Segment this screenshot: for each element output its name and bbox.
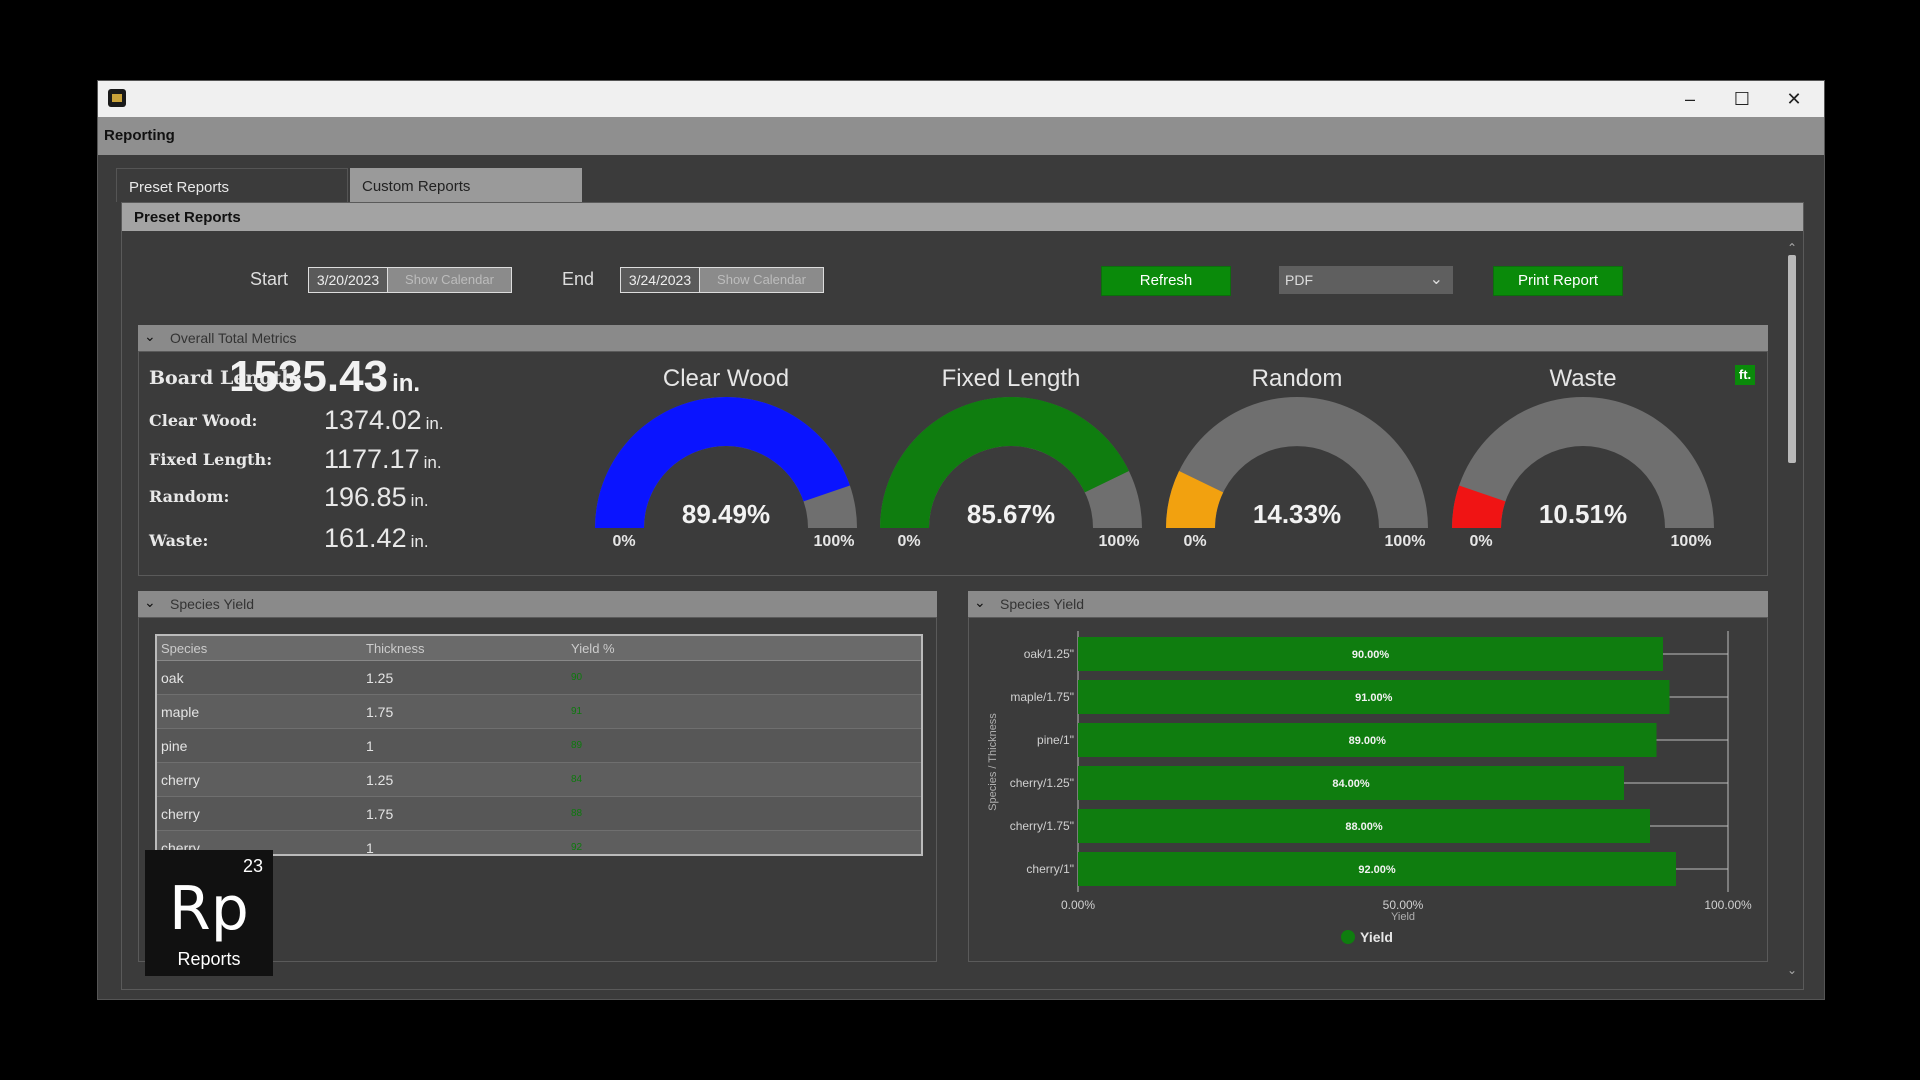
y-tick-label: cherry/1.75" [1010, 819, 1074, 833]
yield-cell: 89 [567, 728, 921, 763]
yield-cell: 88 [567, 796, 921, 831]
gauge-value: 85.67% [967, 499, 1055, 529]
thickness-cell: 1 [362, 728, 567, 763]
column-header-thickness[interactable]: Thickness [362, 636, 567, 661]
gauge-max-label: 100% [1099, 533, 1140, 550]
logo-name: Reports [177, 949, 241, 969]
thickness-cell: 1.25 [362, 762, 567, 797]
bar-data-label: 84.00% [1332, 778, 1370, 790]
species-cell: pine [157, 728, 362, 763]
y-tick-label: cherry/1.25" [1010, 776, 1074, 790]
thickness-cell: 1 [362, 830, 567, 854]
collapse-chevron-icon[interactable]: ⌄ [974, 594, 986, 611]
x-tick-label: 0.00% [1061, 898, 1095, 912]
gauge-max-label: 100% [1671, 533, 1712, 550]
gauge-value: 14.33% [1253, 499, 1341, 529]
y-tick-label: maple/1.75" [1010, 690, 1074, 704]
species-cell: oak [157, 660, 362, 695]
table-row[interactable]: oak 1.25 90 [157, 660, 921, 695]
species-table: Species Thickness Yield % oak 1.25 90 mapl… [155, 634, 923, 856]
table-row[interactable]: cherry 1.75 88 [157, 796, 921, 831]
gauge-title: Waste [1549, 365, 1616, 392]
gauge-min-label: 0% [612, 533, 635, 550]
legend-swatch [1341, 930, 1355, 944]
bar-data-label: 90.00% [1352, 649, 1390, 661]
bar-data-label: 91.00% [1355, 692, 1393, 704]
scroll-thumb[interactable] [1788, 255, 1796, 463]
scroll-down-icon[interactable]: ⌄ [1786, 964, 1798, 976]
species-chart-title: Species Yield [1000, 596, 1085, 612]
vertical-scrollbar[interactable]: ⌃ ⌄ [1786, 242, 1798, 976]
species-chart-header[interactable]: ⌄ Species Yield [968, 591, 1768, 617]
gauge-value: 89.49% [682, 499, 770, 529]
thickness-cell: 1.25 [362, 660, 567, 695]
bar-data-label: 88.00% [1345, 821, 1383, 833]
collapse-chevron-icon[interactable]: ⌄ [144, 594, 156, 611]
species-table-title: Species Yield [170, 596, 255, 612]
column-header-species[interactable]: Species [157, 636, 362, 661]
gauge-min-label: 0% [897, 533, 920, 550]
rp-reports-logo: 23 Rp Reports [145, 850, 273, 976]
thickness-cell: 1.75 [362, 796, 567, 831]
gauge-title: Random [1252, 365, 1343, 392]
gauge-value: 10.51% [1539, 499, 1627, 529]
species-data-table: Species Thickness Yield % oak 1.25 90 mapl… [157, 636, 921, 854]
table-row[interactable]: maple 1.75 91 [157, 694, 921, 729]
gauge-min-label: 0% [1183, 533, 1206, 550]
table-row[interactable]: cherry 1.25 84 [157, 762, 921, 797]
bar-data-label: 89.00% [1349, 735, 1387, 747]
table-row[interactable]: pine 1 89 [157, 728, 921, 763]
column-header-yield[interactable]: Yield % [567, 636, 921, 661]
species-cell: cherry [157, 762, 362, 797]
thickness-cell: 1.75 [362, 694, 567, 729]
species-yield-chart: 90.00% oak/1.25" 91.00% maple/1.75" 89.00% pi… [987, 631, 1752, 945]
yield-cell: 84 [567, 762, 921, 797]
gauge-title: Clear Wood [663, 365, 789, 392]
x-axis-label: Yield [1391, 911, 1415, 923]
gauge-max-label: 100% [814, 533, 855, 550]
gauge-max-label: 100% [1385, 533, 1426, 550]
species-cell: cherry [157, 796, 362, 831]
gauge-min-label: 0% [1469, 533, 1492, 550]
bar-data-label: 92.00% [1358, 864, 1396, 876]
legend-label: Yield [1360, 929, 1393, 945]
species-table-header[interactable]: ⌄ Species Yield [138, 591, 937, 617]
y-tick-label: pine/1" [1037, 733, 1074, 747]
y-tick-label: oak/1.25" [1024, 647, 1074, 661]
x-tick-label: 100.00% [1704, 898, 1752, 912]
scroll-up-icon[interactable]: ⌃ [1786, 242, 1798, 254]
yield-cell: 91 [567, 694, 921, 729]
gauge-title: Fixed Length [942, 365, 1081, 392]
species-cell: maple [157, 694, 362, 729]
x-tick-label: 50.00% [1383, 898, 1424, 912]
logo-symbol: Rp [169, 874, 249, 944]
yield-cell: 92 [567, 830, 921, 854]
yield-cell: 90 [567, 660, 921, 695]
y-axis-label: Species / Thickness [987, 713, 999, 811]
y-tick-label: cherry/1" [1026, 862, 1074, 876]
